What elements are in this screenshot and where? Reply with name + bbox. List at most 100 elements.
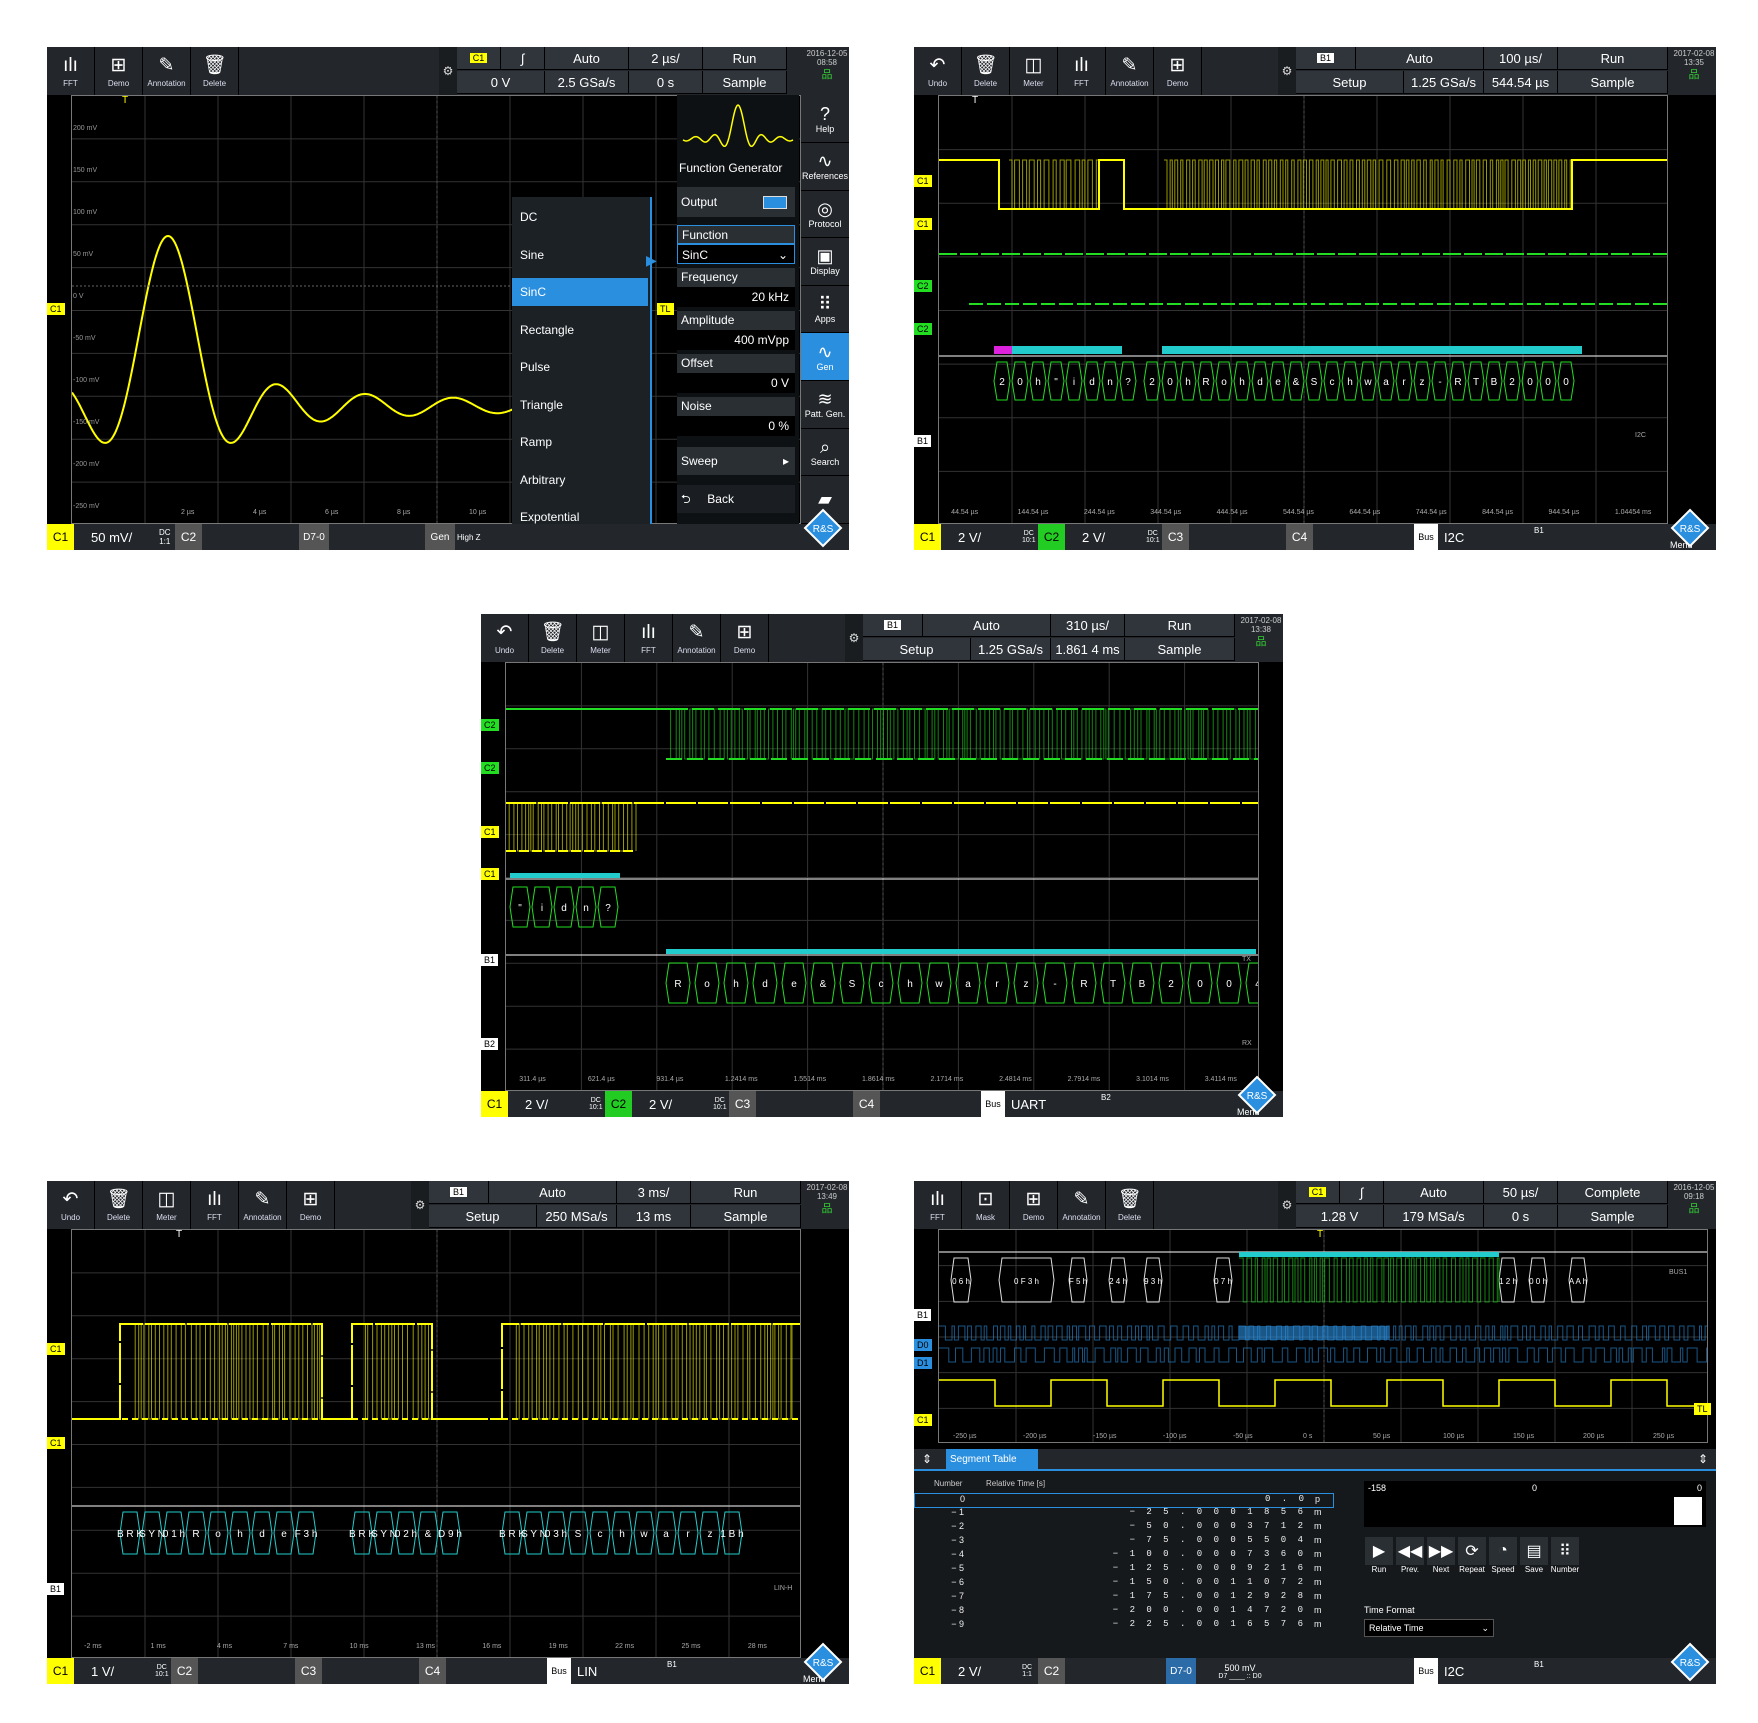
annotation-button[interactable]: ✎ Annotation: [239, 1181, 287, 1229]
digital-channels-chip[interactable]: D7-0: [1166, 1658, 1196, 1684]
horizontal-position[interactable]: 0 s: [1484, 1205, 1558, 1228]
channel-c1-chip[interactable]: C1: [47, 1658, 74, 1684]
timebase[interactable]: 50 µs/: [1484, 1181, 1558, 1204]
bus-chip[interactable]: Bus: [1414, 1658, 1438, 1684]
prev-button[interactable]: ◀◀ Prev.: [1395, 1537, 1425, 1581]
annotation-button[interactable]: ✎ Annotation: [143, 47, 191, 95]
channel-marker[interactable]: B1: [914, 1309, 932, 1321]
gear-icon[interactable]: ⚙: [411, 1181, 429, 1229]
channel-marker[interactable]: D1: [914, 1357, 932, 1369]
demo-button[interactable]: ⊞ Demo: [1154, 47, 1202, 95]
collapse-icon[interactable]: ⇕: [922, 1452, 932, 1466]
side-gen[interactable]: ∿ Gen: [801, 333, 849, 381]
run-state[interactable]: Run: [1558, 47, 1668, 70]
gear-icon[interactable]: ⚙: [1278, 47, 1296, 95]
digital-channels-chip[interactable]: D7-0: [299, 524, 329, 550]
menu-item-ramp[interactable]: Ramp: [512, 428, 648, 456]
menu-item-rectangle[interactable]: Rectangle: [512, 316, 648, 344]
horizontal-position[interactable]: 13 ms: [617, 1205, 691, 1228]
delete-button[interactable]: 🗑 Delete: [1106, 1181, 1154, 1229]
segment-row[interactable]: − 3 − 7 5 . 0 0 0 5 5 0 4 m: [914, 1535, 1334, 1550]
c1-scale[interactable]: 2 V/: [958, 524, 981, 550]
menu-item-arbitrary[interactable]: Arbitrary: [512, 466, 648, 494]
menu-item-sine[interactable]: Sine: [512, 241, 648, 269]
waveform-grid[interactable]: 0 6 h 0 F 3 h F 5 h 2 4 h 9 3 h 0 7 h 1 2 h 0 0…: [938, 1229, 1708, 1443]
fft-button[interactable]: ılı FFT: [914, 1181, 962, 1229]
save-button[interactable]: ▤ Save: [1519, 1537, 1549, 1581]
delete-button[interactable]: 🗑 Delete: [191, 47, 239, 95]
channel-c3-chip[interactable]: C3: [1162, 524, 1189, 550]
channel-marker[interactable]: C2: [481, 719, 499, 731]
trigger-mode[interactable]: Auto: [1384, 1181, 1484, 1204]
meter-button[interactable]: ◫ Meter: [1010, 47, 1058, 95]
frequency-field[interactable]: 20 kHz: [677, 287, 795, 307]
waveform-grid[interactable]: " i d n? Ro h d e & Sc h w a r z - R T B 2 0 0 4: [505, 662, 1259, 1091]
horizontal-position[interactable]: 1.861 4 ms: [1051, 638, 1125, 661]
menu-item-pulse[interactable]: Pulse: [512, 353, 648, 381]
trigger-level[interactable]: Setup: [863, 638, 971, 661]
channel-marker[interactable]: B2: [481, 1038, 499, 1050]
sample-rate[interactable]: 179 MSa/s: [1384, 1205, 1484, 1228]
channel-marker[interactable]: C2: [914, 323, 932, 335]
delete-button[interactable]: 🗑 Delete: [962, 47, 1010, 95]
trigger-mode[interactable]: Auto: [1356, 47, 1484, 70]
bus-chip[interactable]: Bus: [547, 1658, 571, 1684]
c1-scale[interactable]: 50 mV/: [91, 524, 132, 550]
segment-range-slider[interactable]: -158 0 0: [1364, 1481, 1706, 1527]
channel-c3-chip[interactable]: C3: [729, 1091, 756, 1117]
c1-scale[interactable]: 2 V/: [525, 1091, 548, 1117]
slider-handle[interactable]: [1674, 1497, 1702, 1525]
channel-marker[interactable]: C2: [481, 762, 499, 774]
c2-scale[interactable]: 2 V/: [1082, 524, 1105, 550]
channel-marker[interactable]: C1: [914, 1414, 932, 1426]
channel-marker[interactable]: B1: [914, 435, 932, 447]
trigger-level[interactable]: 1.28 V: [1296, 1205, 1384, 1228]
menu-item-triangle[interactable]: Triangle: [512, 391, 648, 419]
meter-button[interactable]: ◫ Meter: [143, 1181, 191, 1229]
segment-row[interactable]: − 2 − 5 0 . 0 0 0 3 7 1 2 m: [914, 1521, 1334, 1536]
acquisition-mode[interactable]: Sample: [691, 1205, 801, 1228]
side-help[interactable]: ? Help: [801, 95, 849, 143]
run-state[interactable]: Run: [1125, 614, 1235, 637]
repeat-button[interactable]: ⟳ Repeat: [1457, 1537, 1487, 1581]
channel-marker[interactable]: C1: [914, 175, 932, 187]
run-state[interactable]: Run: [703, 47, 787, 70]
segment-row[interactable]: − 9 − 2 2 5 . 0 0 1 6 5 7 6 m: [914, 1619, 1334, 1634]
demo-button[interactable]: ⊞ Demo: [287, 1181, 335, 1229]
side-search[interactable]: ⌕ Search: [801, 428, 849, 477]
channel-c1-chip[interactable]: C1: [47, 524, 74, 550]
segment-row[interactable]: − 7 − 1 7 5 . 0 0 1 2 9 2 8 m: [914, 1591, 1334, 1606]
channel-marker[interactable]: C1: [47, 1437, 65, 1449]
channel-c1-chip[interactable]: C1: [914, 524, 941, 550]
channel-marker[interactable]: B1: [47, 1583, 65, 1595]
next-button[interactable]: ▶▶ Next: [1426, 1537, 1456, 1581]
trigger-source[interactable]: B1: [429, 1181, 489, 1204]
trigger-mode[interactable]: Auto: [923, 614, 1051, 637]
side-references[interactable]: ∿ References: [801, 143, 849, 191]
gear-icon[interactable]: ⚙: [845, 614, 863, 662]
segment-table-tab[interactable]: Segment Table: [946, 1449, 1038, 1471]
c1-scale[interactable]: 1 V/: [91, 1658, 114, 1684]
trigger-source[interactable]: C1: [1296, 1181, 1340, 1204]
channel-c4-chip[interactable]: C4: [1286, 524, 1313, 550]
trigger-source[interactable]: C1: [457, 47, 501, 70]
segment-row[interactable]: − 6 − 1 5 0 . 0 0 1 1 0 7 2 m: [914, 1577, 1334, 1592]
delete-button[interactable]: 🗑 Delete: [95, 1181, 143, 1229]
timebase[interactable]: 2 µs/: [629, 47, 703, 70]
channel-marker[interactable]: B1: [481, 954, 499, 966]
menu-item-sinc[interactable]: SinC: [512, 278, 648, 306]
rohde-schwarz-logo[interactable]: R&S: [1237, 1075, 1277, 1115]
generator-chip[interactable]: Gen: [425, 524, 455, 550]
back-button[interactable]: ⮌ Back: [677, 485, 795, 513]
channel-marker[interactable]: C1: [481, 826, 499, 838]
rohde-schwarz-logo[interactable]: R&S: [1670, 508, 1710, 548]
side-display[interactable]: ▣ Display: [801, 238, 849, 286]
fft-button[interactable]: ılı FFT: [47, 47, 95, 95]
run-button[interactable]: ▶ Run: [1364, 1537, 1394, 1581]
speed-button[interactable]: ◔ Speed: [1488, 1537, 1518, 1581]
acquisition-mode[interactable]: Sample: [1558, 1205, 1668, 1228]
annotation-button[interactable]: ✎ Annotation: [1058, 1181, 1106, 1229]
demo-button[interactable]: ⊞ Demo: [721, 614, 769, 662]
channel-marker[interactable]: C1: [481, 868, 499, 880]
channel-c1-chip[interactable]: C1: [481, 1091, 508, 1117]
